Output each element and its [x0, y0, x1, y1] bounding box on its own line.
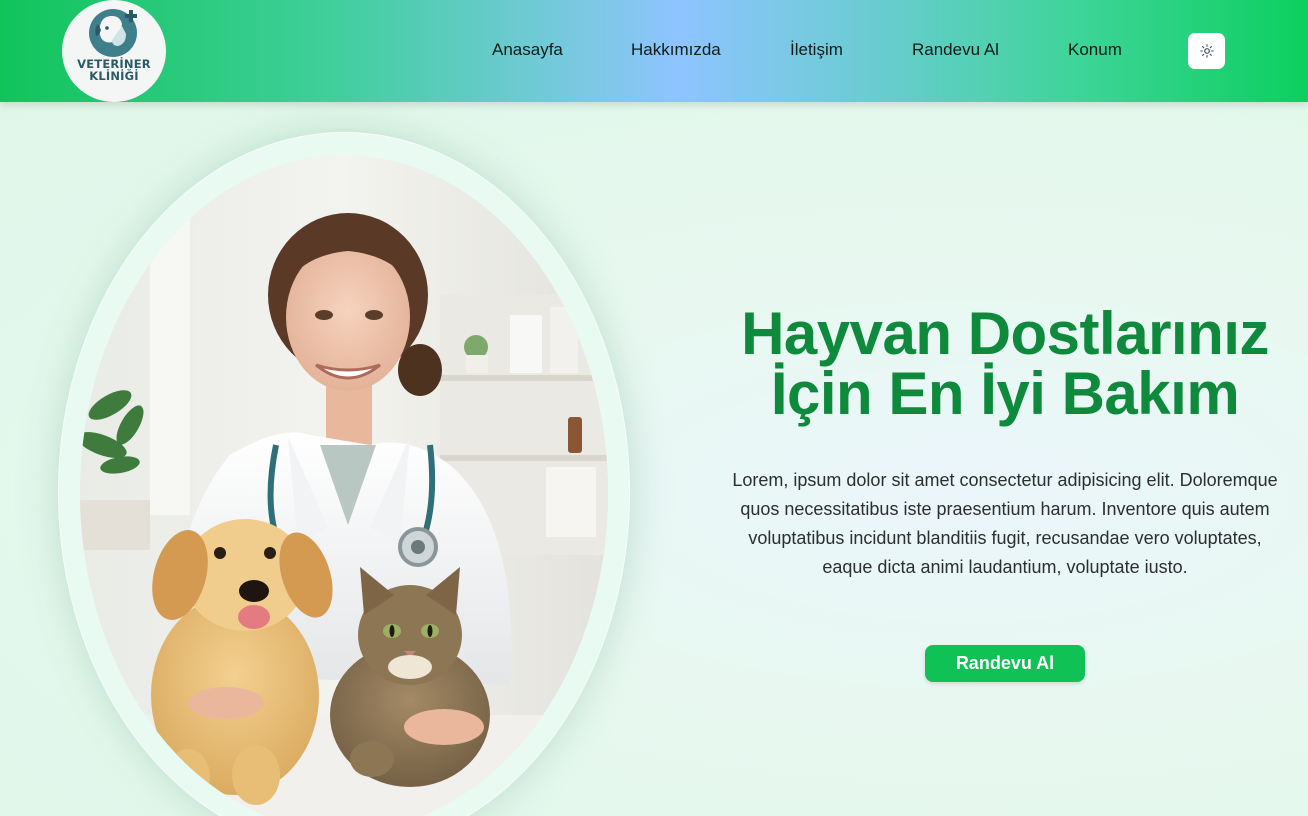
nav-link-home[interactable]: Anasayfa	[492, 40, 563, 60]
clinic-logo[interactable]: VETERİNER KLİNİĞİ	[62, 0, 166, 102]
hero-description: Lorem, ipsum dolor sit amet consectetur …	[732, 470, 1278, 577]
nav-link-about[interactable]: Hakkımızda	[631, 40, 721, 60]
hero-title-line2: İçin En İyi Bakım	[770, 360, 1240, 427]
nav-link-location[interactable]: Konum	[1068, 40, 1122, 60]
hero-title-line1: Hayvan Dostlarınız	[741, 300, 1269, 367]
hero-title: Hayvan Dostlarınız İçin En İyi Bakım	[700, 304, 1308, 424]
site-header: VETERİNER KLİNİĞİ Anasayfa Hakkımızda İl…	[0, 0, 1308, 102]
theme-toggle-button[interactable]	[1188, 33, 1225, 69]
sun-icon	[1199, 44, 1214, 58]
veterinarian-with-puppy-and-cat-photo	[80, 155, 608, 816]
dog-cat-plus-icon	[89, 9, 137, 57]
nav-link-contact[interactable]: İletişim	[790, 40, 843, 60]
logo-text-line2: KLİNİĞİ	[89, 69, 139, 83]
appointment-button[interactable]: Randevu Al	[925, 645, 1085, 682]
nav-link-appointment[interactable]: Randevu Al	[912, 40, 999, 60]
